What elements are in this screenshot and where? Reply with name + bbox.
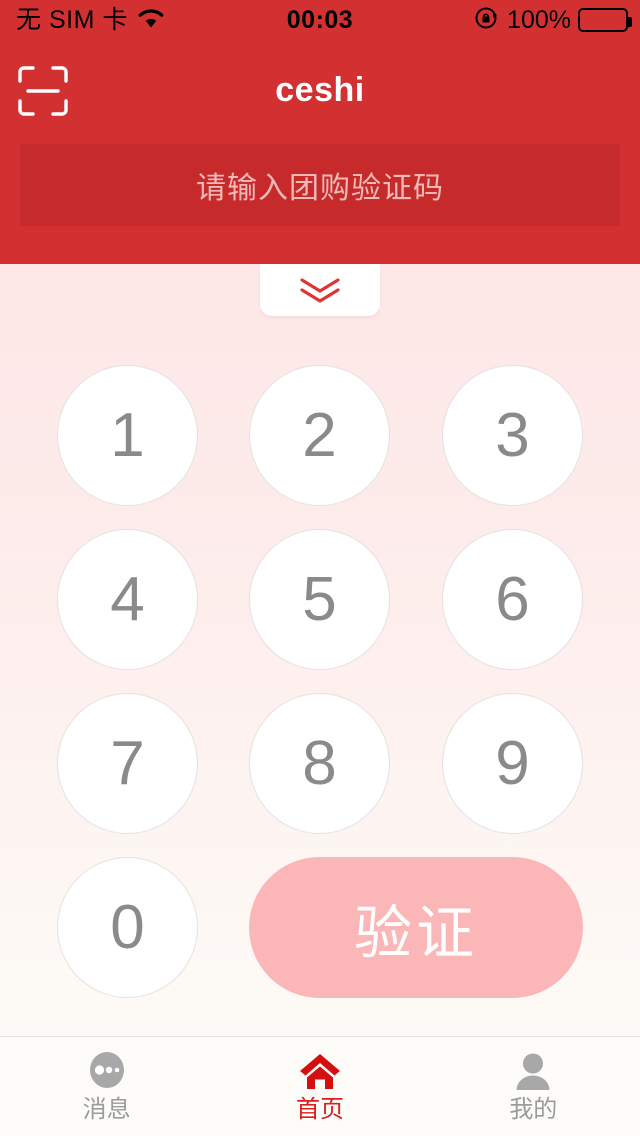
tab-label-messages: 消息	[82, 1096, 131, 1123]
key-6[interactable]: 6	[442, 529, 583, 670]
battery-percent-label: 100%	[507, 5, 571, 34]
status-bar-right: 100%	[474, 0, 632, 40]
app-header: 无 SIM 卡 00:03 100% ceshi 请输入团购验证码	[0, 0, 640, 264]
tab-messages[interactable]: 消息	[0, 1037, 213, 1136]
nav-bar: ceshi	[0, 40, 640, 140]
numeric-keypad: 1 2 3 4 5 6 7 8 9 0 验证	[0, 365, 640, 1025]
key-3[interactable]: 3	[442, 365, 583, 506]
verification-code-input[interactable]: 请输入团购验证码	[20, 144, 620, 226]
person-icon	[512, 1051, 554, 1093]
page-title: ceshi	[275, 70, 365, 109]
tab-bar: 消息 首页 我的	[0, 1036, 640, 1136]
tab-label-home: 首页	[295, 1096, 344, 1123]
keypad-row: 4 5 6	[0, 529, 640, 693]
key-0[interactable]: 0	[57, 857, 198, 998]
status-bar: 无 SIM 卡 00:03 100%	[0, 0, 640, 40]
chevron-double-down-icon	[293, 271, 347, 310]
message-dots-icon	[86, 1051, 128, 1093]
key-8[interactable]: 8	[249, 693, 390, 834]
key-2[interactable]: 2	[249, 365, 390, 506]
key-7[interactable]: 7	[57, 693, 198, 834]
tab-label-profile: 我的	[509, 1096, 558, 1123]
key-9[interactable]: 9	[442, 693, 583, 834]
rotation-lock-icon	[474, 5, 500, 36]
battery-full-icon	[578, 8, 632, 32]
tab-home[interactable]: 首页	[213, 1037, 426, 1136]
home-icon	[298, 1051, 342, 1093]
key-1[interactable]: 1	[57, 365, 198, 506]
keypad-row: 1 2 3	[0, 365, 640, 529]
verification-code-placeholder: 请输入团购验证码	[196, 172, 444, 205]
app-root: 无 SIM 卡 00:03 100% ceshi 请输入团购验证码 1 2 3 …	[0, 0, 640, 1136]
tab-profile[interactable]: 我的	[427, 1037, 640, 1136]
keypad-area: 1 2 3 4 5 6 7 8 9 0 验证	[0, 264, 640, 1036]
key-4[interactable]: 4	[57, 529, 198, 670]
keypad-row: 0 验证	[0, 857, 640, 1021]
key-5[interactable]: 5	[249, 529, 390, 670]
collapse-keyboard-button[interactable]	[260, 264, 380, 316]
verify-button[interactable]: 验证	[249, 857, 583, 998]
keypad-row: 7 8 9	[0, 693, 640, 857]
